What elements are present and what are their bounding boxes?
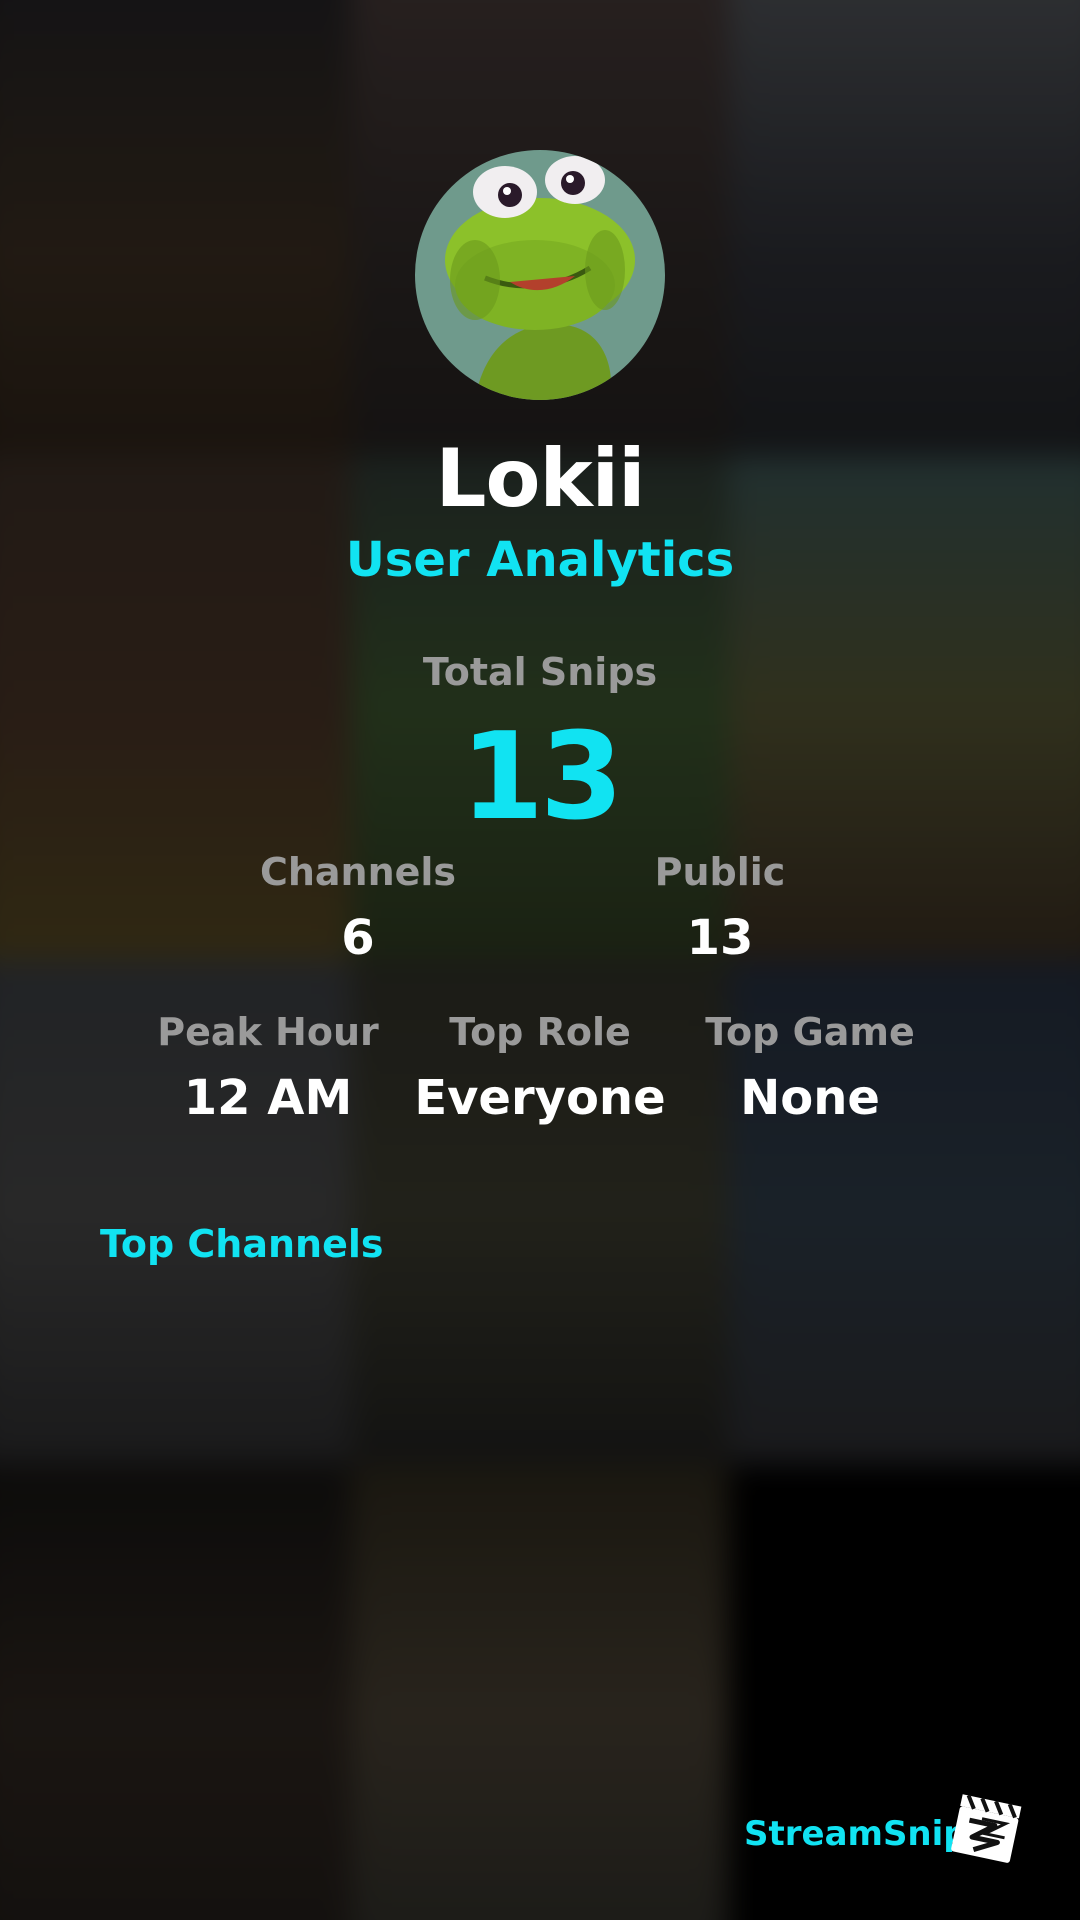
top-role-value: Everyone (414, 1070, 666, 1126)
peak-hour-label: Peak Hour (157, 1010, 379, 1054)
username: Lokii (435, 432, 646, 525)
channels-label: Channels (259, 850, 457, 894)
top-role-label: Top Role (449, 1010, 631, 1054)
frog-avatar-icon (415, 150, 665, 400)
public-label: Public (654, 850, 786, 894)
total-snips-value: 13 (460, 708, 624, 847)
peak-hour-value: 12 AM (183, 1070, 353, 1126)
clapperboard-icon (948, 1790, 1026, 1868)
public-value: 13 (686, 910, 754, 966)
brand-name: StreamSnip (744, 1814, 968, 1854)
total-snips-label: Total Snips (422, 650, 658, 694)
top-game-value: None (740, 1070, 880, 1126)
top-game-label: Top Game (705, 1010, 915, 1054)
channels-value: 6 (341, 910, 375, 966)
analytics-card: Lokii User Analytics Total Snips 13 Chan… (0, 0, 1080, 1920)
top-channels-heading: Top Channels (100, 1222, 384, 1266)
page-subtitle: User Analytics (345, 532, 735, 588)
